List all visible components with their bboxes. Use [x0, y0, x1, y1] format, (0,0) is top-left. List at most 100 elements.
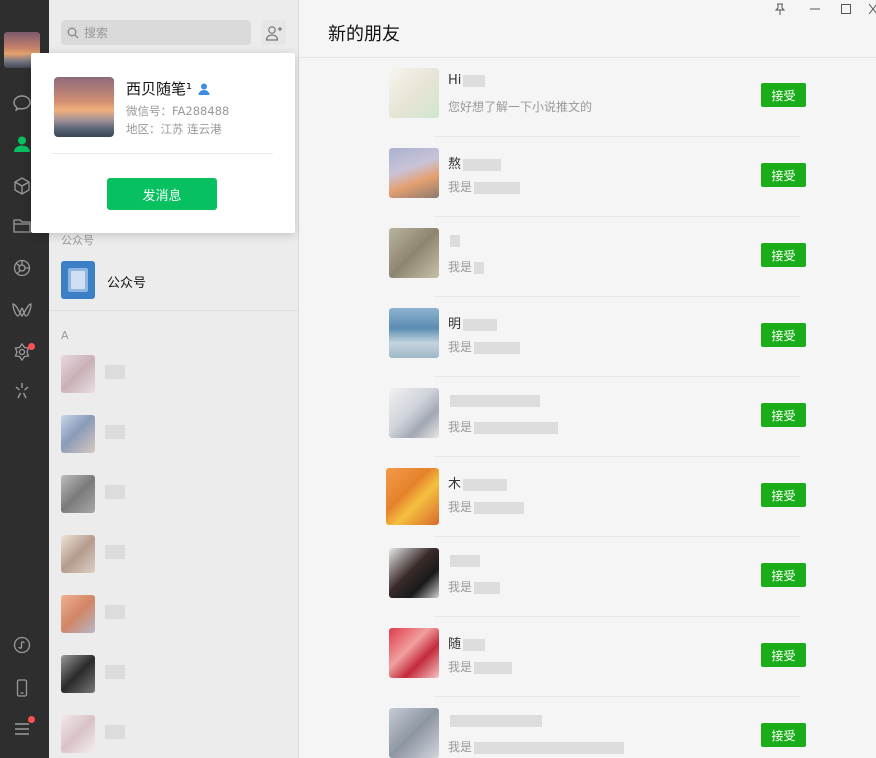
contact-row[interactable] [49, 645, 298, 705]
profile-wechat-id: 微信号：FA288488 [126, 104, 230, 118]
accept-button[interactable]: 接受 [761, 643, 806, 667]
accept-button[interactable]: 接受 [761, 483, 806, 507]
profile-card-popup: 西贝随笔¹ 微信号：FA288488 地区：江苏 连云港 发消息 [31, 53, 295, 233]
request-avatar [389, 148, 439, 198]
contact-name [105, 605, 125, 619]
friend-request-row[interactable]: Hi 您好想了解一下小说推文的 接受 [300, 57, 876, 137]
accept-button[interactable]: 接受 [761, 83, 806, 107]
contact-row[interactable] [49, 405, 298, 465]
contact-avatar [61, 595, 95, 633]
contact-avatar [61, 655, 95, 693]
request-avatar [389, 228, 439, 278]
request-name [448, 553, 480, 568]
divider [51, 153, 273, 154]
official-accounts-row[interactable]: 公众号 [49, 251, 298, 311]
request-message: 我是 [448, 178, 521, 195]
request-name: Hi [448, 73, 486, 88]
contact-avatar [61, 715, 95, 753]
friend-request-row[interactable]: 我是 接受 [300, 377, 876, 457]
friend-request-row[interactable]: 我是 接受 [300, 537, 876, 617]
add-contact-button[interactable] [261, 20, 286, 45]
mini-program-icon[interactable] [11, 634, 33, 656]
friend-request-row[interactable]: 我是 接受 [300, 697, 876, 758]
official-account-icon [61, 261, 95, 299]
friend-request-row[interactable]: 我是 接受 [300, 217, 876, 297]
minimize-icon[interactable] [808, 2, 822, 16]
request-message: 我是 [448, 338, 521, 355]
profile-avatar[interactable] [54, 77, 114, 137]
accept-button[interactable]: 接受 [761, 403, 806, 427]
official-accounts-label: 公众号 [107, 276, 147, 291]
request-name: 熬 [448, 153, 502, 172]
request-message: 我是 [448, 258, 485, 275]
chat-icon[interactable] [11, 92, 33, 114]
menu-notification-badge [28, 716, 35, 723]
contact-avatar [61, 535, 95, 573]
send-message-button[interactable]: 发消息 [107, 178, 217, 210]
friend-request-row[interactable]: 随 我是 接受 [300, 617, 876, 697]
close-icon[interactable] [866, 2, 876, 16]
contact-name [105, 485, 125, 499]
maximize-icon[interactable] [839, 2, 853, 16]
request-name: 木 [448, 473, 508, 492]
favorites-icon[interactable] [11, 175, 33, 197]
request-message: 我是 [448, 738, 625, 755]
contact-row[interactable] [49, 525, 298, 585]
request-message: 我是 [448, 498, 525, 515]
moments-icon[interactable] [11, 257, 33, 279]
request-avatar [389, 708, 439, 758]
search-icon [67, 27, 79, 38]
files-icon[interactable] [11, 215, 33, 237]
search-box[interactable]: 搜索 [61, 20, 251, 45]
divider [49, 310, 298, 311]
spark-icon[interactable] [11, 380, 33, 402]
contact-avatar [61, 475, 95, 513]
phone-icon[interactable] [11, 677, 33, 699]
contact-row[interactable] [49, 585, 298, 645]
contact-name [105, 425, 125, 439]
accept-button[interactable]: 接受 [761, 563, 806, 587]
notification-badge [28, 343, 35, 350]
contact-avatar [61, 355, 95, 393]
request-name [448, 713, 542, 728]
request-avatar [389, 388, 439, 438]
accept-button[interactable]: 接受 [761, 323, 806, 347]
request-name: 随 [448, 633, 486, 652]
request-name [448, 233, 460, 248]
page-title: 新的朋友 [328, 24, 400, 45]
request-message: 我是 [448, 578, 501, 595]
request-avatar [389, 68, 439, 118]
contact-name [105, 545, 125, 559]
pin-icon[interactable] [773, 2, 787, 16]
friend-request-row[interactable]: 明 我是 接受 [300, 297, 876, 377]
contact-row[interactable] [49, 345, 298, 405]
request-avatar [389, 548, 439, 598]
contacts-icon[interactable] [11, 133, 33, 155]
contact-name [105, 365, 125, 379]
contact-row[interactable] [49, 705, 298, 758]
profile-name-row: 西贝随笔¹ [126, 78, 211, 99]
request-avatar [389, 628, 439, 678]
profile-name: 西贝随笔¹ [126, 80, 193, 98]
person-icon [198, 83, 210, 95]
new-friends-panel: 新的朋友 Hi 您好想了解一下小说推文的 接受 熬 我是 接受 我是 接受 明 … [300, 0, 876, 758]
accept-button[interactable]: 接受 [761, 243, 806, 267]
contact-row[interactable] [49, 465, 298, 525]
request-name [448, 393, 540, 408]
request-message: 我是 [448, 418, 559, 435]
search-input[interactable]: 搜索 [84, 24, 108, 41]
section-official-accounts: 公众号 [61, 234, 94, 247]
add-user-icon [265, 25, 282, 41]
profile-region: 地区：江苏 连云港 [126, 122, 222, 136]
contact-name [105, 725, 125, 739]
friend-request-row[interactable]: 木 我是 接受 [300, 457, 876, 537]
request-message: 您好想了解一下小说推文的 [448, 100, 593, 114]
channels-icon[interactable] [11, 299, 33, 321]
request-message: 我是 [448, 658, 513, 675]
request-avatar [389, 308, 439, 358]
section-a: A [61, 329, 69, 342]
accept-button[interactable]: 接受 [761, 723, 806, 747]
request-avatar [386, 468, 439, 525]
friend-request-row[interactable]: 熬 我是 接受 [300, 137, 876, 217]
accept-button[interactable]: 接受 [761, 163, 806, 187]
